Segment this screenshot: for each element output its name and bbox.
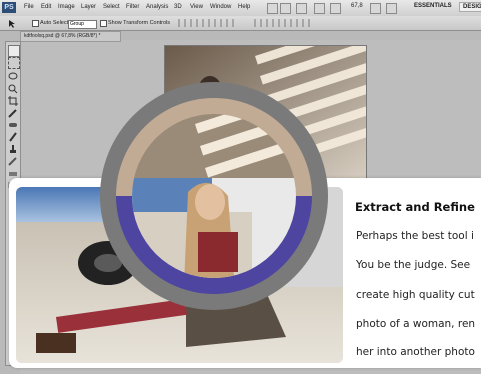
article-line-2: You be the judge. See [356,259,471,271]
document-tab[interactable]: kdtfoolxq.psd @ 67,8% (RGB/8*) * [20,31,121,42]
zoom-level[interactable]: 67,8 [351,3,363,9]
eyedropper-tool-icon[interactable] [8,105,18,118]
menu-edit[interactable]: Edit [41,4,51,10]
show-transform-checkbox[interactable] [100,20,107,27]
auto-select-label: Auto Select: [40,20,70,26]
clone-stamp-tool-icon[interactable] [8,141,18,153]
crop-tool-icon[interactable] [8,93,18,106]
menu-filter[interactable]: Filter [126,4,139,10]
quick-selection-tool-icon[interactable] [8,81,18,94]
distribute-buttons[interactable] [254,19,310,27]
hand-icon[interactable] [330,3,341,14]
menu-file[interactable]: File [24,4,34,10]
eraser-tool-icon[interactable] [8,165,18,176]
workspace-design[interactable]: DESIG [459,2,481,12]
align-buttons[interactable] [178,19,238,27]
menu-window[interactable]: Window [210,4,231,10]
arrange-icon[interactable] [370,3,381,14]
auto-select-checkbox[interactable] [32,20,39,27]
show-transform-label: Show Transform Controls [108,20,171,26]
menu-layer[interactable]: Layer [81,4,96,10]
menu-3d[interactable]: 3D [174,4,182,10]
lasso-tool-icon[interactable] [8,69,18,80]
zoom-icon[interactable] [314,3,325,14]
bridge-icon[interactable] [267,3,278,14]
history-brush-tool-icon[interactable] [8,153,18,166]
article-line-4: photo of a woman, ren [356,318,476,330]
healing-brush-tool-icon[interactable] [8,117,18,127]
menu-select[interactable]: Select [103,4,120,10]
brush-tool-icon[interactable] [8,129,18,142]
move-tool-icon[interactable] [8,19,18,28]
photoshop-logo: PS [2,2,16,13]
marquee-tool-icon[interactable] [8,57,20,69]
article-title: Extract and Refine [355,200,475,214]
auto-select-dropdown[interactable]: Group [68,20,97,29]
menu-help[interactable]: Help [238,4,250,10]
menu-image[interactable]: Image [58,4,75,10]
workspace-essentials[interactable]: ESSENTIALS [414,3,452,9]
move-tool-icon[interactable] [8,45,20,57]
extras-icon[interactable] [296,3,307,14]
overlay-ring [100,82,328,310]
menu-analysis[interactable]: Analysis [146,4,168,10]
menu-bar: PS File Edit Image Layer Select Filter A… [0,0,481,17]
article-line-3: create high quality cut [356,289,475,301]
article-line-5: her into another photo [356,346,475,358]
menu-view[interactable]: View [190,4,203,10]
article-line-1: Perhaps the best tool i [356,230,474,242]
screen-mode-icon[interactable] [386,3,397,14]
minibridge-icon[interactable] [280,3,291,14]
